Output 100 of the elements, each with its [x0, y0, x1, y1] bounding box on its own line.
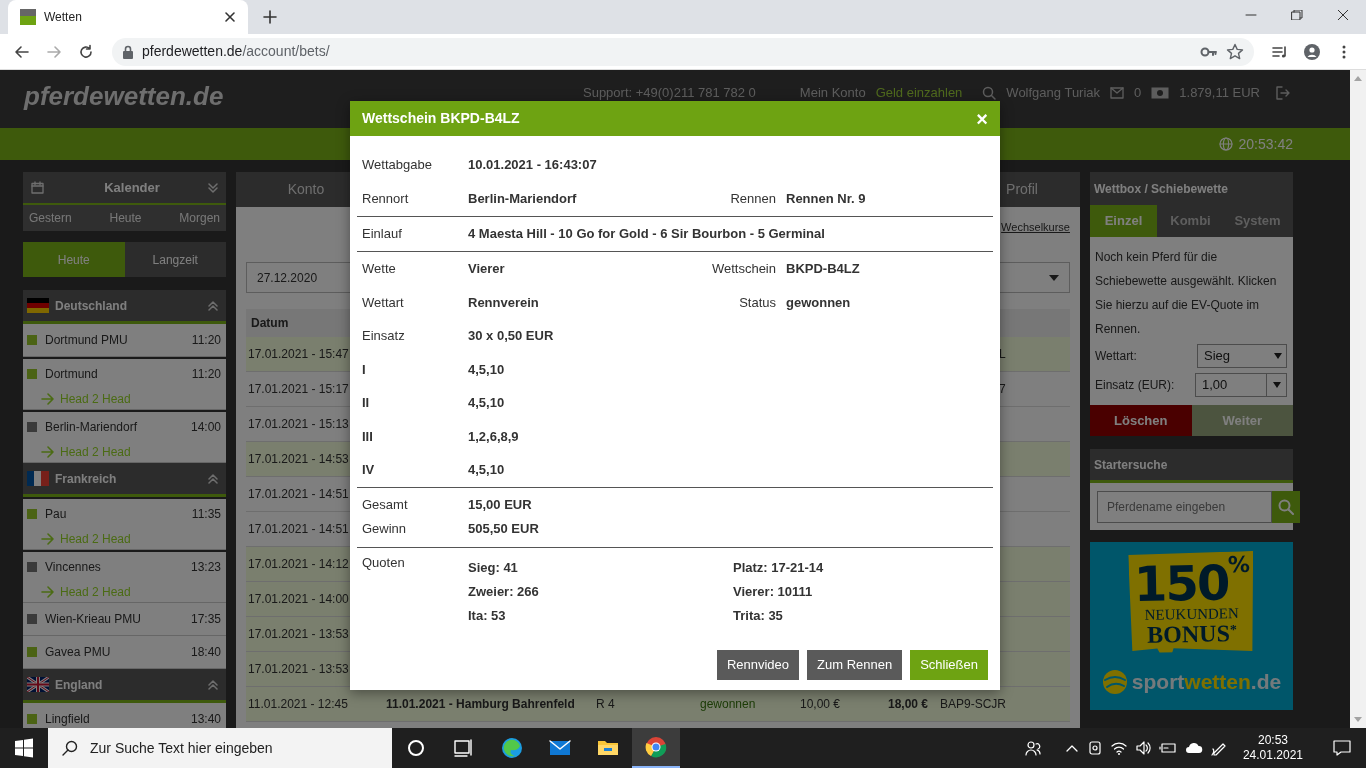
- field-value: 15,00 EUR: [468, 495, 533, 514]
- action-button[interactable]: Zum Rennen: [807, 649, 903, 680]
- close-dialog-button[interactable]: Schließen: [910, 649, 988, 680]
- calendar-icon: [31, 181, 44, 194]
- field-value: Berlin-Mariendorf: [468, 190, 578, 209]
- flag-icon: [27, 298, 49, 313]
- browser-icon[interactable]: [500, 736, 524, 760]
- tab[interactable]: Heute: [23, 242, 125, 277]
- race-link[interactable]: Lingfield: [45, 710, 90, 728]
- day-link[interactable]: Morgen: [179, 209, 220, 227]
- new-tab-icon[interactable]: [262, 9, 278, 25]
- field-label: Einsatz (EUR):: [1095, 376, 1175, 394]
- user-name: Wolfgang Turiak: [1006, 84, 1101, 103]
- search-field[interactable]: Zur Suche Text hier eingeben: [48, 728, 392, 768]
- delete-button[interactable]: Löschen: [1090, 405, 1192, 436]
- odds-value: Vierer: 10111: [733, 582, 814, 601]
- next-button[interactable]: Weiter: [1191, 405, 1293, 436]
- deposit-link[interactable]: Geld einzahlen: [875, 83, 963, 103]
- table-cell-text: L: [998, 346, 1006, 363]
- country-name: England: [55, 676, 103, 694]
- speaker-icon[interactable]: [1134, 740, 1151, 756]
- field-value: 4 Maesta Hill - 10 Go for Gold - 6 Sir Bourbon - 5 Germinal: [468, 225, 826, 244]
- race-link[interactable]: Dortmund PMU: [45, 331, 128, 349]
- race-link[interactable]: Berlin-Mariendorf: [45, 418, 138, 436]
- address-bar[interactable]: pferdewetten.de/account/bets/: [112, 37, 1254, 66]
- search-icon: [62, 740, 78, 756]
- column-header: Datum: [251, 315, 289, 332]
- day-link[interactable]: Heute: [109, 209, 142, 227]
- action-button[interactable]: Rennvideo: [716, 649, 800, 680]
- support-phone: Support: +49(0)211 781 782 0: [583, 84, 756, 103]
- field-label: Status: [739, 293, 776, 312]
- caret-icon: [1049, 274, 1059, 281]
- browser-tab[interactable]: Wetten: [8, 0, 248, 34]
- info-text: Noch kein Pferd für die Schiebewette ausgewählt. Klicken Sie hierzu auf die EV-Quote im Rennen.: [1095, 249, 1278, 338]
- table-cell-text: 17.01.2021 - 14:51: [248, 521, 349, 538]
- close-icon[interactable]: [222, 9, 238, 25]
- camera-icon[interactable]: [1086, 740, 1103, 756]
- collapse-icon[interactable]: [208, 473, 218, 484]
- notification-icon[interactable]: [1333, 739, 1351, 757]
- clock[interactable]: 20:53 24.01.2021: [1234, 733, 1311, 763]
- arrow-right-icon: [41, 533, 55, 545]
- field-value: 30 x 0,50 EUR: [468, 327, 555, 345]
- search-field[interactable]: Pferdename eingeben: [1097, 491, 1272, 523]
- browser-icon[interactable]: [644, 735, 668, 759]
- table-cell-text: 17.01.2021 - 14:12: [248, 556, 349, 573]
- field-value: gewonnen: [785, 293, 852, 312]
- tab[interactable]: Einzel: [1090, 205, 1157, 237]
- race-link[interactable]: Dortmund: [45, 365, 98, 383]
- windows-icon[interactable]: [12, 736, 36, 760]
- bet-type-select[interactable]: Sieg: [1197, 343, 1287, 368]
- ad-brand: sportwetten.de: [1131, 669, 1282, 695]
- close-button[interactable]: ×: [976, 108, 988, 129]
- field-value: 1,2,6,8,9: [468, 427, 520, 446]
- people-icon[interactable]: [1024, 740, 1041, 756]
- field-value: Rennverein: [468, 293, 540, 312]
- logout-icon[interactable]: [1276, 86, 1290, 100]
- odds-value: Platz: 17-21-14: [733, 558, 825, 577]
- country-name: Deutschland: [55, 297, 127, 315]
- message-count: 0: [1134, 84, 1142, 103]
- ad-banner[interactable]: 150$^{%}$ NEUKUNDEN BONUS$^{*}$ sportwetten.de: [1090, 542, 1293, 710]
- field-label: Quoten: [362, 555, 406, 572]
- collapse-icon[interactable]: [208, 300, 218, 311]
- day-link[interactable]: Gestern: [29, 209, 72, 227]
- table-cell-text: 10,00 €: [800, 696, 841, 713]
- exchange-rates-link[interactable]: Wechselkurse: [1001, 207, 1070, 247]
- account-link[interactable]: Mein Konto: [799, 83, 866, 103]
- field-label: Rennen: [730, 190, 776, 209]
- field-value: 10.01.2021 - 16:43:07: [468, 156, 598, 175]
- ad-text: NEUKUNDEN: [1144, 605, 1239, 623]
- dialog-title: Wettschein BKPD-B4LZ: [362, 109, 520, 128]
- race-time: 14:00: [190, 419, 221, 436]
- star-icon[interactable]: [1226, 42, 1244, 61]
- table-cell-text: 18,00 €: [888, 696, 929, 713]
- race-time: 11:20: [191, 332, 221, 349]
- battery-icon[interactable]: [1158, 740, 1177, 756]
- table-cell-text: 17.01.2021 - 13:53: [248, 661, 349, 678]
- collapse-icon[interactable]: [208, 679, 218, 690]
- search-icon: [1278, 499, 1294, 515]
- field-label: III: [362, 427, 374, 446]
- expand-icon[interactable]: [208, 182, 218, 193]
- table-cell-text: 11.01.2021 - 12:45: [248, 696, 348, 713]
- race-link[interactable]: Gavea PMU: [45, 643, 111, 661]
- race-link[interactable]: Pau: [45, 505, 67, 523]
- race-link[interactable]: Wien-Krieau PMU: [45, 610, 142, 628]
- field-value: Rennen Nr. 9: [785, 190, 867, 209]
- arrow-right-icon: [41, 446, 55, 458]
- table-cell-text: 17.01.2021 - 15:13: [248, 416, 349, 433]
- field-label: Gewinn: [362, 519, 408, 538]
- tab[interactable]: Langzeit: [124, 242, 226, 277]
- stake-select[interactable]: 1,00: [1195, 372, 1287, 397]
- wifi-icon[interactable]: [1110, 740, 1127, 756]
- field-label: Wettabgabe: [362, 156, 433, 175]
- site-logo[interactable]: pferdewetten.de: [24, 76, 224, 116]
- cloud-icon[interactable]: [1184, 741, 1203, 755]
- table-cell-text: 17.01.2021 - 13:53: [248, 626, 349, 643]
- panel-title: Startersuche: [1094, 456, 1168, 474]
- flag-icon: [27, 677, 49, 692]
- field-label: II: [362, 394, 371, 412]
- country-name: Frankreich: [55, 470, 117, 488]
- race-link[interactable]: Vincennes: [45, 558, 101, 576]
